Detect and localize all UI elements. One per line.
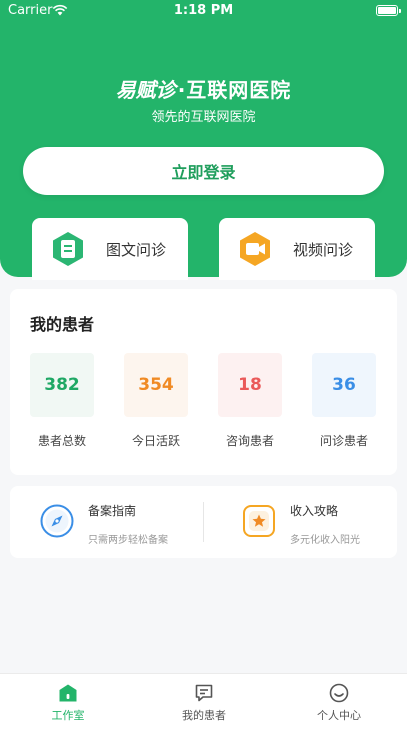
filing-guide-item[interactable]: 备案指南 只需两步轻松备案: [40, 486, 200, 558]
battery-icon: [376, 5, 401, 16]
filing-guide-title: 备案指南: [88, 504, 137, 518]
text-consult-button[interactable]: 图文问诊: [32, 218, 188, 280]
stat-inquiry-patients[interactable]: 36 问诊患者: [312, 353, 376, 449]
tab-personal-center[interactable]: 个人中心: [271, 674, 407, 729]
income-guide-title: 收入攻略: [290, 504, 339, 518]
home-icon: [59, 684, 77, 702]
tab-label: 个人中心: [317, 709, 361, 722]
text-consult-label: 图文问诊: [106, 240, 167, 259]
stat-value: 36: [332, 375, 356, 395]
stat-label: 今日活跃: [131, 434, 180, 448]
my-patients-title: 我的患者: [30, 315, 95, 334]
stat-active-today[interactable]: 354 今日活跃: [124, 353, 188, 449]
guides-card: 备案指南 只需两步轻松备案 收入攻略 多元化收入阳光: [10, 486, 397, 558]
tab-label: 我的患者: [182, 709, 226, 722]
smile-icon: [329, 683, 349, 703]
chat-icon: [195, 684, 213, 702]
video-consult-label: 视频问诊: [293, 240, 354, 259]
tab-workroom[interactable]: 工作室: [0, 674, 136, 729]
stat-value: 382: [44, 375, 80, 395]
stat-value: 18: [238, 375, 262, 395]
stat-consult-patients[interactable]: 18 咨询患者: [218, 353, 282, 449]
stat-value: 354: [138, 375, 174, 395]
filing-guide-subtitle: 只需两步轻松备案: [88, 535, 168, 546]
stat-value-box: 36: [312, 353, 376, 417]
my-patients-card: 我的患者 382 患者总数 354 今日活跃 18 咨询患者 36 问诊患者: [10, 289, 397, 475]
income-guide-item[interactable]: 收入攻略 多元化收入阳光: [242, 486, 392, 558]
income-guide-subtitle: 多元化收入阳光: [290, 535, 360, 546]
header-banner: 易赋诊 ·互联网医院 领先的互联网医院 立即登录 图文问诊 视频问诊: [0, 0, 407, 280]
tab-my-patients[interactable]: 我的患者: [136, 674, 272, 729]
stat-label: 咨询患者: [225, 434, 274, 448]
brand-suffix: ·互联网医院: [177, 78, 292, 102]
guides-divider: [203, 502, 204, 542]
document-icon: [50, 231, 86, 267]
status-bar: Carrier 1:18 PM: [0, 0, 407, 22]
login-button[interactable]: 立即登录: [23, 147, 384, 195]
video-camera-icon: [237, 231, 273, 267]
brand-logo-mark: 易赋诊: [115, 78, 176, 102]
brand-title: 易赋诊 ·互联网医院: [0, 74, 407, 103]
brand-tagline: 领先的互联网医院: [151, 110, 256, 125]
stat-total-patients[interactable]: 382 患者总数: [30, 353, 94, 449]
stat-value-box: 382: [30, 353, 94, 417]
video-consult-button[interactable]: 视频问诊: [219, 218, 375, 280]
tab-label: 工作室: [51, 709, 85, 722]
bottom-tab-bar: 工作室 我的患者 个人中心: [0, 673, 407, 729]
star-badge-icon: [243, 505, 275, 537]
status-time: 1:18 PM: [173, 3, 234, 18]
stat-value-box: 18: [218, 353, 282, 417]
compass-icon: [40, 504, 74, 538]
stat-label: 患者总数: [37, 434, 86, 448]
stat-value-box: 354: [124, 353, 188, 417]
stat-label: 问诊患者: [319, 434, 368, 448]
